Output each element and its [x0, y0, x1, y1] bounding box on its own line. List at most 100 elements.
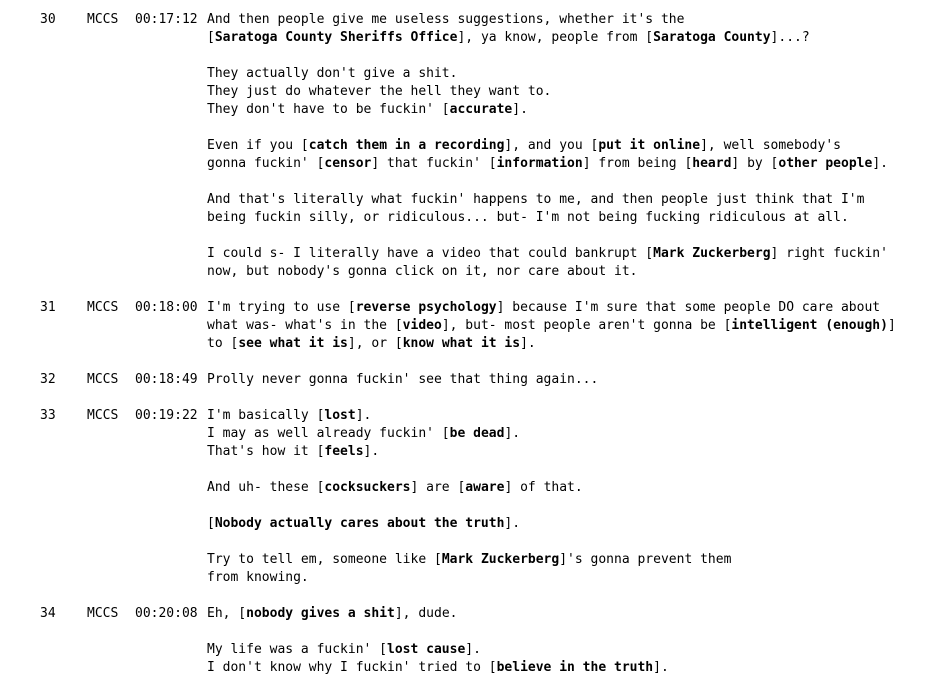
- utterance-line: gonna fuckin' [censor] that fuckin' [inf…: [207, 155, 928, 173]
- speaker-label: MCCS: [87, 300, 119, 315]
- highlighted-term: lost: [324, 408, 356, 423]
- timestamp: 00:18:49: [135, 372, 198, 387]
- plain-text: Eh, [: [207, 606, 247, 621]
- plain-text: Even if you [: [207, 138, 309, 153]
- transcript: 30 MCCS 00:17:12 And then people give me us…: [0, 11, 928, 695]
- entry-number: 34: [40, 606, 56, 621]
- utterance-line: My life was a fuckin' [lost cause].: [207, 641, 928, 659]
- speaker-label: MCCS: [87, 12, 119, 27]
- speaker-label: MCCS: [87, 408, 119, 423]
- plain-text: ] are [: [410, 480, 466, 495]
- plain-text: That's how it [: [207, 444, 325, 459]
- plain-text: I'm trying to use [: [207, 300, 356, 315]
- plain-text: ].: [512, 102, 528, 117]
- plain-text: I don't know why I fuckin' tried to [: [207, 660, 497, 675]
- plain-text: ] right fuckin': [770, 246, 888, 261]
- entry-body: Prolly never gonna fuckin' see that thin…: [207, 371, 928, 389]
- plain-text: They actually don't give a shit.: [207, 66, 458, 81]
- highlighted-term: cocksuckers: [324, 480, 411, 495]
- plain-text: I may as well already fuckin' [: [207, 426, 450, 441]
- plain-text: I could s- I literally have a video that…: [207, 246, 654, 261]
- utterance-line: And that's literally what fuckin' happen…: [207, 191, 928, 209]
- plain-text: ]...?: [770, 30, 810, 45]
- utterance-paragraph: They actually don't give a shit. They jus…: [207, 65, 928, 119]
- entry-number: 33: [40, 408, 56, 423]
- highlighted-term: Mark Zuckerberg: [441, 552, 560, 567]
- plain-text: ].: [653, 660, 669, 675]
- highlighted-term: lost cause: [387, 642, 466, 657]
- plain-text: ]'s gonna prevent them: [559, 552, 732, 567]
- highlighted-term: Mark Zuckerberg: [653, 246, 771, 261]
- highlighted-term: Saratoga County: [653, 30, 771, 45]
- highlighted-term: Saratoga County Sheriffs Office: [214, 30, 458, 45]
- plain-text: And uh- these [: [207, 480, 325, 495]
- utterance-line: I'm basically [lost].: [207, 407, 928, 425]
- highlighted-term: see what it is: [238, 336, 348, 351]
- utterance-paragraph: And that's literally what fuckin' happen…: [207, 191, 928, 227]
- entry-body: Eh, [nobody gives a shit], dude. My life …: [207, 605, 928, 677]
- highlighted-term: other people: [778, 156, 873, 171]
- timestamp: 00:20:08: [135, 606, 198, 621]
- plain-text: now, but nobody's gonna click on it, nor…: [207, 264, 638, 279]
- plain-text: ].: [872, 156, 888, 171]
- plain-text: ].: [504, 426, 521, 441]
- plain-text: Prolly never gonna fuckin' see that thin…: [207, 372, 599, 387]
- transcript-entry: 33 MCCS 00:19:22 I'm basically [lost]. I may…: [0, 407, 928, 587]
- highlighted-term: video: [402, 318, 442, 333]
- utterance-paragraph: I could s- I literally have a video that…: [207, 245, 928, 281]
- utterance-line: [Nobody actually cares about the truth].: [207, 515, 928, 533]
- transcript-entry: 30 MCCS 00:17:12 And then people give me us…: [0, 11, 928, 281]
- utterance-line: what was- what's in the [video], but- mo…: [207, 317, 928, 335]
- plain-text: ] because I'm sure that some people DO c…: [496, 300, 881, 315]
- utterance-line: Even if you [catch them in a recording],…: [207, 137, 928, 155]
- plain-text: They don't have to be fuckin' [: [207, 102, 450, 117]
- plain-text: ], and you [: [504, 138, 599, 153]
- plain-text: what was- what's in the [: [207, 318, 403, 333]
- highlighted-term: information: [496, 156, 583, 171]
- plain-text: They just do whatever the hell they want…: [207, 84, 552, 99]
- plain-text: being fuckin silly, or ridiculous... but…: [207, 210, 849, 225]
- plain-text: ], but- most people aren't gonna be [: [441, 318, 732, 333]
- entry-body: I'm trying to use [reverse psychology] b…: [207, 299, 928, 353]
- plain-text: ] by [: [731, 156, 779, 171]
- transcript-entry: 34 MCCS 00:20:08 Eh, [nobody gives a shit],…: [0, 605, 928, 677]
- highlighted-term: Nobody actually cares about the truth: [214, 516, 505, 531]
- plain-text: gonna fuckin' [: [207, 156, 325, 171]
- entry-body: And then people give me useless suggesti…: [207, 11, 928, 281]
- utterance-line: They actually don't give a shit.: [207, 65, 928, 83]
- plain-text: ].: [363, 444, 380, 459]
- plain-text: ].: [355, 408, 372, 423]
- speaker-label: MCCS: [87, 372, 119, 387]
- highlighted-term: catch them in a recording: [308, 138, 505, 153]
- plain-text: ]: [887, 318, 896, 333]
- timestamp: 00:18:00: [135, 300, 198, 315]
- plain-text: ] that fuckin' [: [371, 156, 497, 171]
- plain-text: to [: [207, 336, 239, 351]
- plain-text: ], ya know, people from [: [457, 30, 654, 45]
- plain-text: [: [207, 30, 215, 45]
- utterance-line: Prolly never gonna fuckin' see that thin…: [207, 371, 928, 389]
- plain-text: I'm basically [: [207, 408, 325, 423]
- utterance-line: They just do whatever the hell they want…: [207, 83, 928, 101]
- highlighted-term: believe in the truth: [496, 660, 654, 675]
- entry-number: 32: [40, 372, 56, 387]
- utterance-line: now, but nobody's gonna click on it, nor…: [207, 263, 928, 281]
- highlighted-term: nobody gives a shit: [246, 606, 395, 621]
- utterance-line: to [see what it is], or [know what it is…: [207, 335, 928, 353]
- plain-text: ] from being [: [582, 156, 693, 171]
- utterance-line: from knowing.: [207, 569, 928, 587]
- entry-number: 30: [40, 12, 56, 27]
- utterance-paragraph: Try to tell em, someone like [Mark Zucke…: [207, 551, 928, 587]
- plain-text: ], or [: [347, 336, 403, 351]
- utterance-line: I'm trying to use [reverse psychology] b…: [207, 299, 928, 317]
- utterance-line: Eh, [nobody gives a shit], dude.: [207, 605, 928, 623]
- plain-text: ], dude.: [394, 606, 458, 621]
- entry-body: I'm basically [lost]. I may as well alrea…: [207, 407, 928, 587]
- plain-text: Try to tell em, someone like [: [207, 552, 442, 567]
- timestamp: 00:19:22: [135, 408, 198, 423]
- highlighted-term: censor: [324, 156, 372, 171]
- plain-text: [: [207, 516, 215, 531]
- highlighted-term: intelligent (enough): [731, 318, 888, 333]
- utterance-paragraph: I'm trying to use [reverse psychology] b…: [207, 299, 928, 353]
- plain-text: ].: [520, 336, 536, 351]
